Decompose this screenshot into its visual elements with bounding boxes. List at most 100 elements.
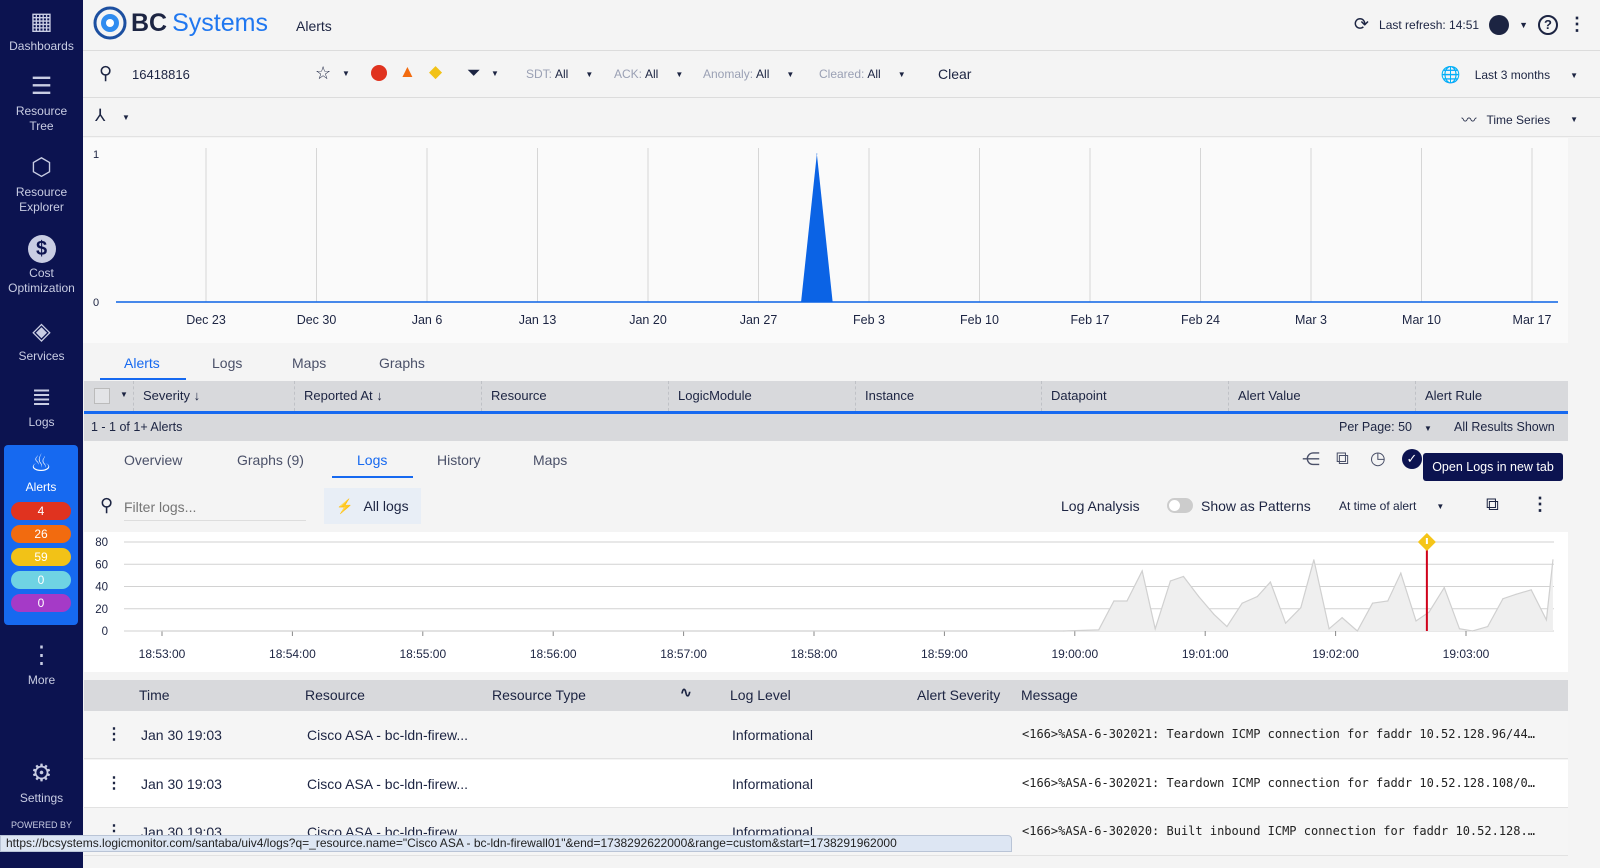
chevron-down-icon[interactable]: ▼ — [342, 69, 350, 78]
row-menu-icon[interactable]: ⋮ — [106, 724, 122, 744]
sdt-filter[interactable]: SDT: All ▼ — [526, 67, 593, 81]
tab-logs[interactable]: Logs — [212, 355, 242, 371]
log-analysis-button[interactable]: Log Analysis — [1061, 498, 1140, 514]
brand-logo[interactable]: BC Systems — [93, 6, 268, 40]
error-filter-icon[interactable]: ▲ — [399, 62, 416, 82]
tab-overview[interactable]: Overview — [124, 452, 182, 468]
select-all-checkbox[interactable] — [94, 388, 110, 404]
user-avatar-icon[interactable] — [1489, 14, 1510, 35]
column-reported-at[interactable]: Reported At ↓ — [294, 381, 481, 411]
time-mode-selector[interactable]: At time of alert ▼ — [1339, 499, 1444, 513]
column-instance[interactable]: Instance — [855, 381, 1041, 411]
chevron-down-icon[interactable]: ▼ — [122, 113, 130, 122]
chevron-down-icon[interactable]: ▼ — [120, 390, 128, 399]
x-tick-label: 18:55:00 — [399, 647, 446, 661]
data-point — [1428, 611, 1430, 613]
ack-filter[interactable]: ACK: All ▼ — [614, 67, 683, 81]
critical-count-badge[interactable]: 4 — [11, 502, 71, 520]
tab-maps[interactable]: Maps — [292, 355, 326, 371]
data-point — [1226, 625, 1228, 628]
share-icon[interactable]: ⋲ — [1302, 449, 1320, 470]
acknowledge-icon[interactable]: ✓ — [1402, 449, 1422, 469]
log-time: Jan 30 19:03 — [141, 775, 222, 792]
critical-filter-icon[interactable] — [371, 65, 387, 81]
column-alert-severity[interactable]: Alert Severity — [917, 687, 1000, 703]
x-tick-label: Mar 17 — [1513, 313, 1552, 327]
sidebar-item-services[interactable]: ◈ Services — [0, 318, 83, 364]
log-time: Jan 30 19:03 — [141, 727, 222, 743]
all-logs-button[interactable]: ⚡ All logs — [324, 488, 421, 524]
column-logicmodule[interactable]: LogicModule — [668, 381, 855, 411]
filter-funnel-icon[interactable]: ⏷ — [467, 63, 481, 83]
column-time[interactable]: Time — [139, 687, 170, 703]
open-external-icon[interactable]: ⧉ — [1336, 448, 1349, 469]
sidebar-item-cost-optimization[interactable]: $ Cost Optimization — [0, 235, 83, 296]
tab-graphs[interactable]: Graphs (9) — [237, 452, 304, 468]
column-message[interactable]: Message — [1021, 687, 1078, 703]
anomaly-filter[interactable]: Anomaly: All ▼ — [703, 67, 794, 81]
search-icon: ⚲ — [99, 63, 113, 83]
sidebar-item-settings[interactable]: ⚙ Settings — [0, 760, 83, 806]
y-tick-label: 80 — [95, 537, 108, 549]
other-count-badge[interactable]: 0 — [11, 594, 71, 612]
log-row[interactable]: ⋮ Jan 30 19:03 Cisco ASA - bc-ldn-firew.… — [84, 711, 1568, 759]
active-tab-indicator — [332, 476, 413, 478]
time-range-selector[interactable]: 🌐 Last 3 months ▼ — [1441, 65, 1578, 85]
warning-count-badge[interactable]: 59 — [11, 548, 71, 566]
filter-logs-input[interactable] — [124, 494, 306, 521]
sidebar-item-logs[interactable]: ≣ Logs — [0, 384, 83, 430]
sidebar-item-resource-tree[interactable]: ☰ Resource Tree — [0, 73, 83, 134]
x-tick-label: 18:56:00 — [530, 647, 577, 661]
column-resource[interactable]: Resource — [305, 687, 365, 703]
more-vertical-icon[interactable]: ⋮ — [1568, 14, 1586, 35]
sidebar-item-resource-explorer[interactable]: ⬡ Resource Explorer — [0, 154, 83, 215]
chevron-down-icon[interactable]: ▼ — [1519, 20, 1528, 30]
open-external-icon[interactable]: ⧉ — [1486, 494, 1499, 515]
favorites-star-icon[interactable]: ☆ — [315, 63, 331, 84]
per-page-selector[interactable]: Per Page: 50 ▼ — [1339, 414, 1432, 442]
log-row[interactable]: ⋮ Jan 30 19:03 Cisco ASA - bc-ldn-firew.… — [84, 759, 1568, 808]
clear-filters-button[interactable]: Clear — [938, 66, 971, 82]
anomaly-column-icon[interactable]: ∿ — [680, 684, 692, 701]
chart-view-selector[interactable]: 〰 Time Series ▼ — [1461, 109, 1578, 130]
tab-graphs[interactable]: Graphs — [379, 355, 425, 371]
search-input[interactable]: 16418816 — [132, 67, 190, 82]
data-point — [1285, 622, 1287, 624]
data-point — [1400, 572, 1402, 574]
x-tick-label: 18:59:00 — [921, 647, 968, 661]
cleared-filter[interactable]: Cleared: All ▼ — [819, 67, 906, 81]
chevron-down-icon[interactable]: ▼ — [491, 69, 499, 78]
x-tick-label: 19:01:00 — [1182, 647, 1229, 661]
data-point — [1141, 570, 1143, 572]
show-patterns-toggle[interactable] — [1167, 498, 1193, 513]
info-count-badge[interactable]: 0 — [11, 571, 71, 589]
column-severity[interactable]: Severity ↓ — [133, 381, 294, 411]
data-point — [1154, 628, 1156, 630]
column-alert-rule[interactable]: Alert Rule — [1415, 381, 1568, 411]
tab-history[interactable]: History — [437, 452, 481, 468]
last-refresh: Last refresh: 14:51 — [1379, 17, 1480, 32]
help-icon[interactable]: ? — [1538, 14, 1558, 35]
data-point — [1300, 607, 1302, 609]
column-alert-value[interactable]: Alert Value — [1228, 381, 1415, 411]
column-datapoint[interactable]: Datapoint — [1041, 381, 1228, 411]
column-resource-type[interactable]: Resource Type — [492, 687, 586, 703]
error-count-badge[interactable]: 26 — [11, 525, 71, 543]
log-resource[interactable]: Cisco ASA - bc-ldn-firew... — [307, 727, 468, 743]
sidebar-item-dashboards[interactable]: ▦ Dashboards — [0, 8, 83, 54]
refresh-icon[interactable]: ⟳ — [1354, 14, 1369, 35]
more-vertical-icon[interactable]: ⋮ — [1531, 494, 1549, 515]
y-tick-label: 40 — [95, 582, 108, 594]
column-resource[interactable]: Resource — [481, 381, 668, 411]
sidebar-item-alerts[interactable]: ♨ Alerts 4 26 59 0 0 — [4, 445, 78, 625]
warning-filter-icon[interactable]: ◆ — [429, 62, 442, 82]
sidebar-item-more[interactable]: ⋮ More — [0, 642, 83, 688]
tab-maps[interactable]: Maps — [533, 452, 567, 468]
row-menu-icon[interactable]: ⋮ — [106, 773, 122, 793]
group-by-icon[interactable]: ⅄ — [95, 106, 105, 126]
schedule-add-icon[interactable]: ◷ — [1370, 448, 1386, 469]
log-resource[interactable]: Cisco ASA - bc-ldn-firew... — [307, 776, 468, 792]
tab-alerts[interactable]: Alerts — [124, 355, 160, 371]
column-log-level[interactable]: Log Level — [730, 687, 791, 703]
tab-logs[interactable]: Logs — [357, 452, 387, 468]
